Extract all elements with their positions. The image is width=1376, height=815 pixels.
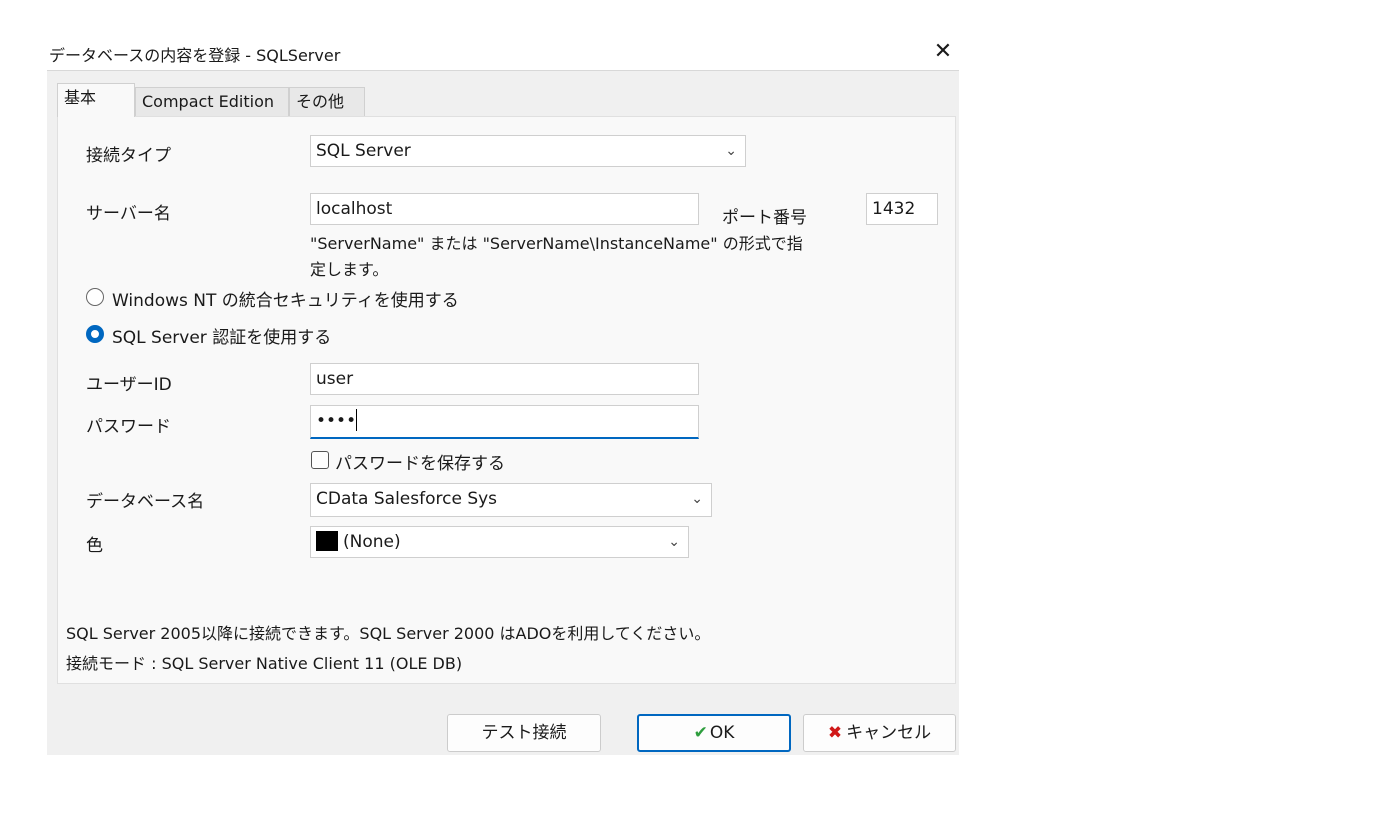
save-password-label[interactable]: パスワードを保存する <box>335 449 505 474</box>
info-text: SQL Server 2005以降に接続できます。SQL Server 2000… <box>66 621 710 677</box>
color-value: (None) <box>343 532 401 552</box>
password-mask: •••• <box>316 411 357 431</box>
port-input[interactable]: 1432 <box>866 193 938 225</box>
test-connection-label: テスト接続 <box>481 723 567 743</box>
title-bar: データベースの内容を登録 - SQLServer ✕ <box>47 37 959 71</box>
server-name-hint-line1: "ServerName" または "ServerName\InstanceNam… <box>310 234 803 253</box>
chevron-down-icon: ⌄ <box>725 143 737 159</box>
sql-auth-radio[interactable] <box>86 325 104 343</box>
server-name-value: localhost <box>316 199 393 219</box>
server-name-label: サーバー名 <box>86 204 171 224</box>
server-name-hint-line2: 定します。 <box>310 260 389 279</box>
register-database-dialog: データベースの内容を登録 - SQLServer ✕ 基本 Compact Ed… <box>47 37 959 755</box>
save-password-checkbox[interactable] <box>311 451 329 469</box>
password-input[interactable]: •••• <box>310 405 699 439</box>
port-value: 1432 <box>872 199 916 219</box>
close-icon: ✕ <box>933 39 953 64</box>
ok-button[interactable]: ✔ OK <box>637 714 791 752</box>
connection-type-label: 接続タイプ <box>86 146 171 166</box>
windows-auth-radio[interactable] <box>86 288 104 306</box>
user-id-value: user <box>316 369 354 389</box>
database-name-label: データベース名 <box>86 492 205 512</box>
close-button[interactable]: ✕ <box>929 39 957 65</box>
cancel-button[interactable]: ✖ キャンセル <box>803 714 956 752</box>
tab-other[interactable]: その他 <box>289 87 365 116</box>
chevron-down-icon: ⌄ <box>668 534 680 550</box>
window-title: データベースの内容を登録 - SQLServer <box>49 46 341 65</box>
user-id-label: ユーザーID <box>86 375 172 395</box>
test-connection-button[interactable]: テスト接続 <box>447 714 601 752</box>
database-name-value: CData Salesforce Sys <box>316 489 498 509</box>
password-label: パスワード <box>86 417 171 437</box>
tab-compact-edition[interactable]: Compact Edition <box>135 87 289 116</box>
sql-auth-label[interactable]: SQL Server 認証を使用する <box>112 323 331 348</box>
ok-label: OK <box>709 723 735 743</box>
color-label: 色 <box>86 536 103 556</box>
connection-type-value: SQL Server <box>316 141 411 161</box>
cancel-label: キャンセル <box>846 723 932 743</box>
port-label: ポート番号 <box>722 208 807 228</box>
checkmark-icon: ✔ <box>693 723 708 743</box>
info-line-2: 接続モード : SQL Server Native Client 11 (OLE… <box>66 654 463 673</box>
cross-icon: ✖ <box>827 723 843 743</box>
tab-panel-basic: 接続タイプ SQL Server ⌄ サーバー名 localhost ポート番号… <box>57 116 956 684</box>
server-name-input[interactable]: localhost <box>310 193 699 225</box>
info-line-1: SQL Server 2005以降に接続できます。SQL Server 2000… <box>66 624 711 643</box>
user-id-input[interactable]: user <box>310 363 699 395</box>
database-name-select[interactable]: CData Salesforce Sys ⌄ <box>310 483 712 517</box>
text-caret <box>356 409 358 431</box>
windows-auth-label[interactable]: Windows NT の統合セキュリティを使用する <box>112 286 459 311</box>
connection-type-select[interactable]: SQL Server ⌄ <box>310 135 746 167</box>
chevron-down-icon: ⌄ <box>691 491 703 507</box>
server-name-hint: "ServerName" または "ServerName\InstanceNam… <box>310 231 803 283</box>
tab-basic[interactable]: 基本 <box>57 83 135 117</box>
color-select[interactable]: (None) ⌄ <box>310 526 689 558</box>
color-swatch <box>316 531 338 551</box>
